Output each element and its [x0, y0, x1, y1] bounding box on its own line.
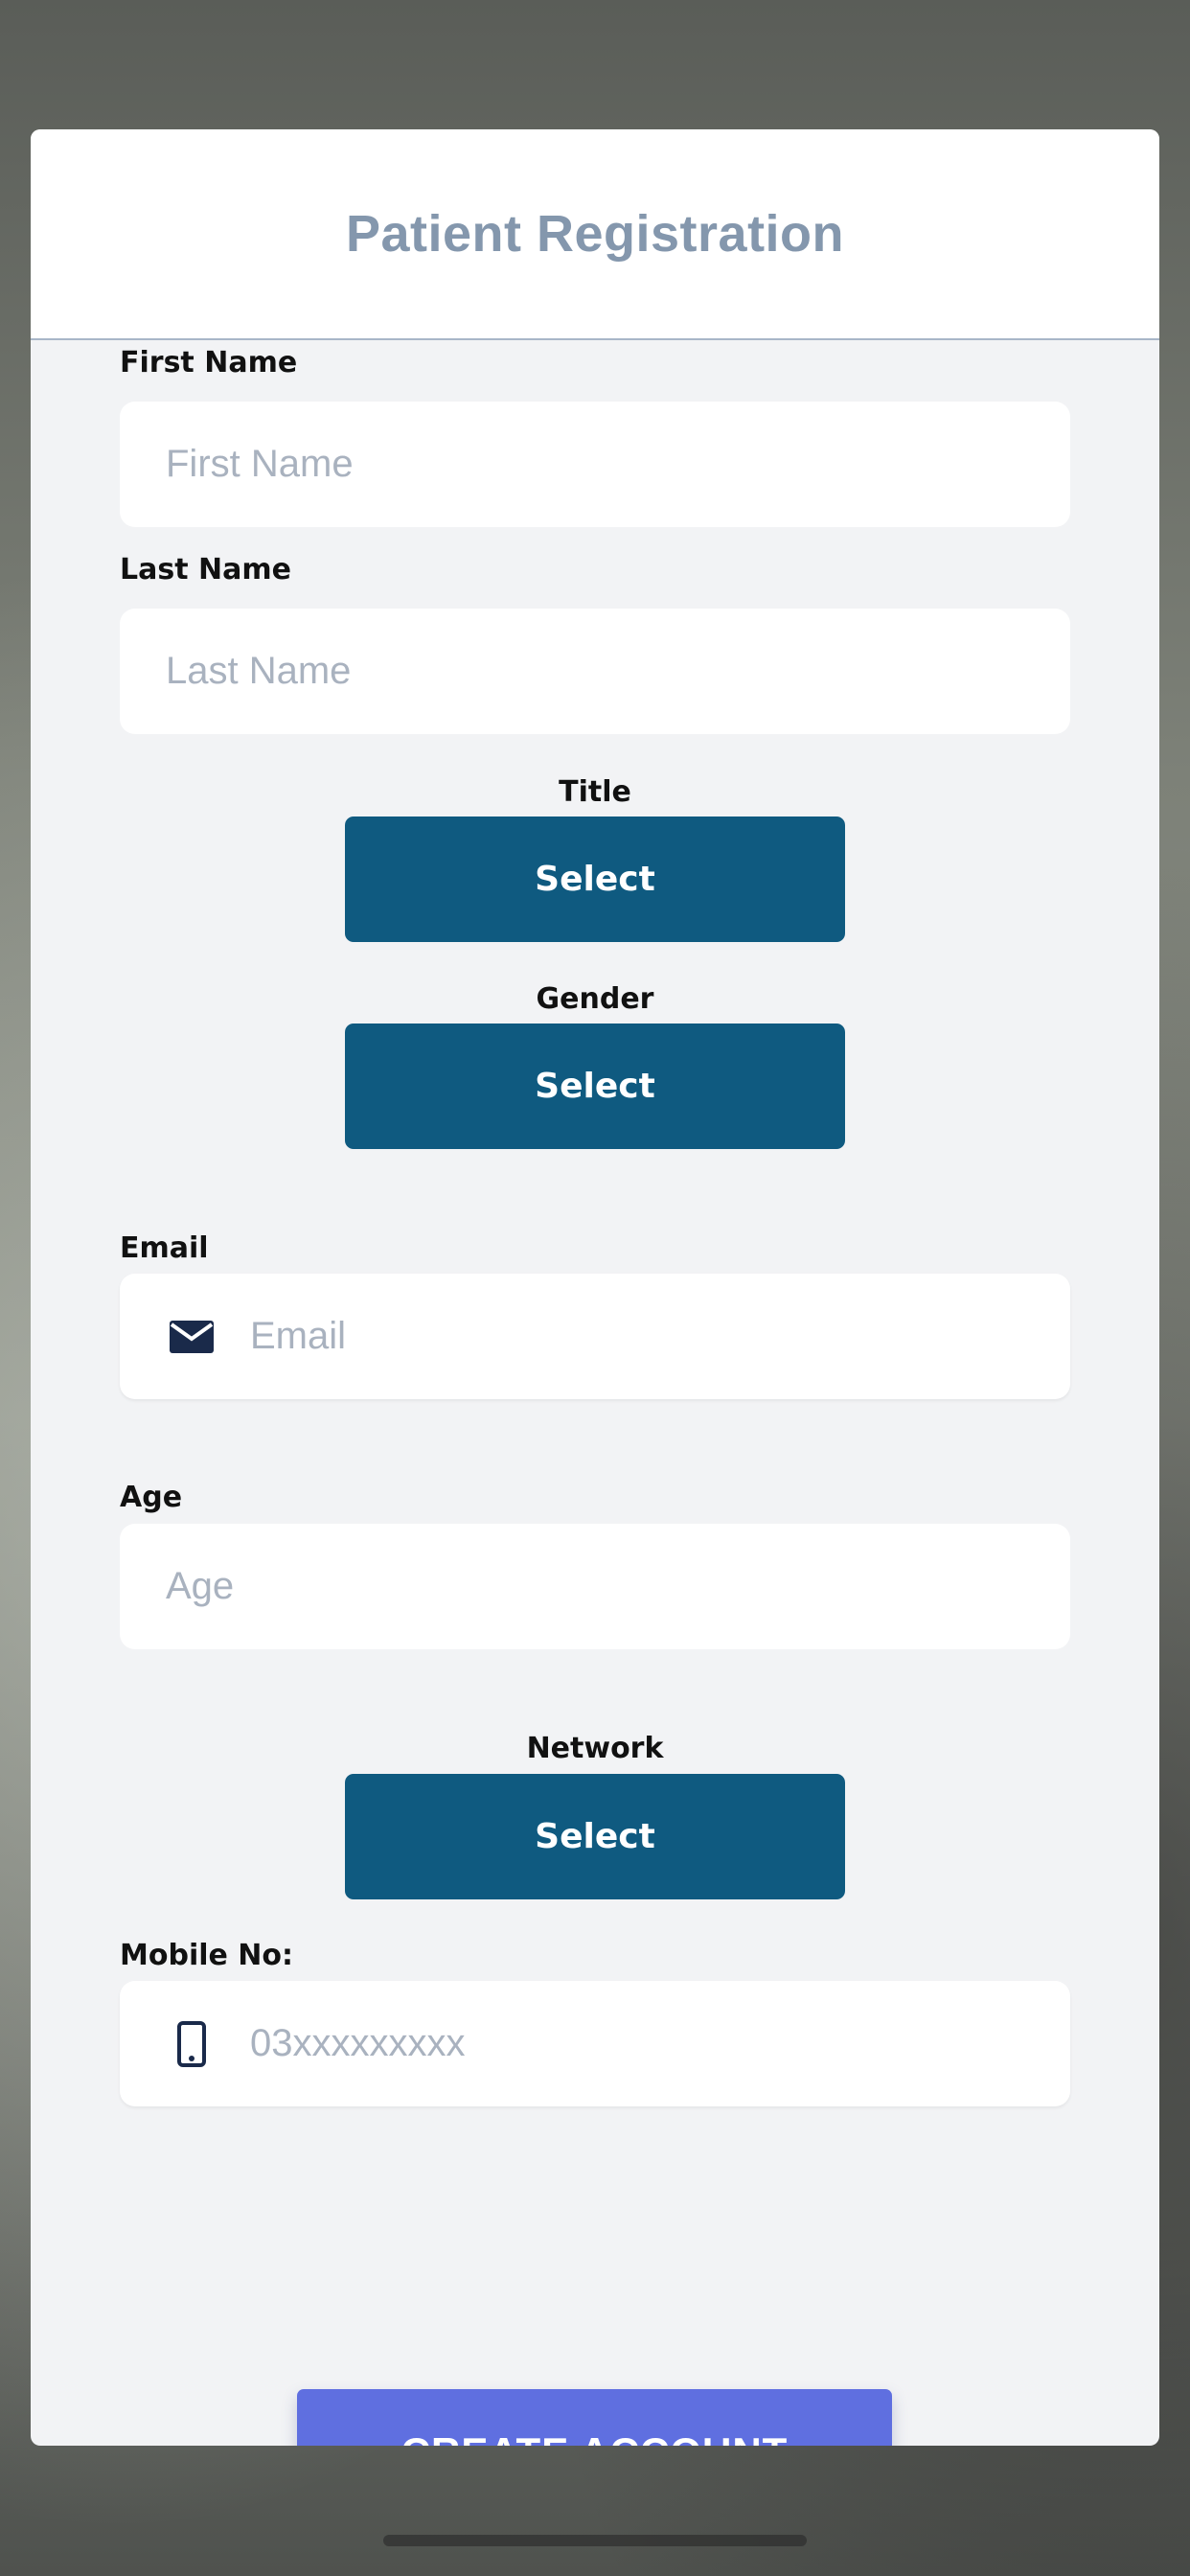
email-label: Email — [120, 1231, 209, 1265]
mobile-label: Mobile No: — [120, 1939, 294, 1972]
age-label: Age — [120, 1481, 183, 1514]
mobile-placeholder: 03xxxxxxxxx — [250, 2022, 466, 2064]
last-name-input[interactable]: Last Name — [120, 609, 1070, 734]
mobile-phone-icon — [168, 2020, 216, 2068]
network-select-button[interactable]: Select — [345, 1774, 845, 1899]
first-name-placeholder: First Name — [166, 443, 354, 485]
network-label: Network — [526, 1732, 664, 1765]
page-title: Patient Registration — [345, 205, 845, 263]
first-name-input[interactable]: First Name — [120, 402, 1070, 527]
title-select-button[interactable]: Select — [345, 816, 845, 942]
envelope-icon — [168, 1313, 216, 1361]
last-name-placeholder: Last Name — [166, 650, 352, 692]
last-name-label: Last Name — [120, 553, 291, 586]
mobile-input[interactable]: 03xxxxxxxxx — [120, 1981, 1070, 2106]
first-name-label: First Name — [120, 346, 298, 380]
email-input[interactable]: Email — [120, 1274, 1070, 1399]
email-placeholder: Email — [250, 1315, 347, 1357]
age-input[interactable]: Age — [120, 1524, 1070, 1649]
card-header: Patient Registration — [31, 129, 1159, 340]
create-account-button[interactable]: CREATE ACCOUNT — [297, 2389, 892, 2446]
gender-select-button[interactable]: Select — [345, 1024, 845, 1149]
age-placeholder: Age — [166, 1565, 235, 1607]
registration-card: Patient Registration First Name First Na… — [31, 129, 1159, 2446]
title-label: Title — [559, 775, 631, 809]
home-indicator — [383, 2535, 807, 2546]
gender-label: Gender — [536, 982, 654, 1016]
